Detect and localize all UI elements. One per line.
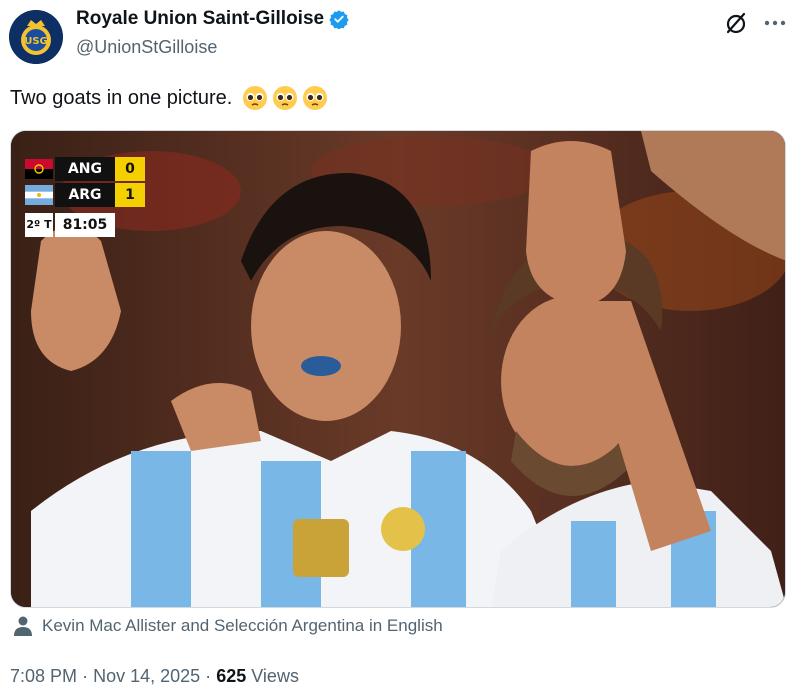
tagged-users[interactable]: Kevin Mac Allister and Selección Argenti… [14,616,443,636]
tagged-text[interactable]: Kevin Mac Allister and Selección Argenti… [42,616,443,636]
angola-flag-icon [25,159,53,179]
pleading-face-icon [273,86,298,110]
tweet-time[interactable]: 7:08 PM [10,666,77,686]
pleading-face-icon [303,86,328,110]
scoreboard-away-row: ARG 1 [25,183,145,207]
avatar[interactable]: USG [9,10,63,64]
name-row: Royale Union Saint-Gilloise [76,8,349,30]
scoreboard: ANG 0 ARG 1 2º T 81:05 [25,157,145,237]
meta-separator: · [205,666,212,686]
argentina-flag-icon [25,185,53,205]
handle[interactable]: @UnionStGilloise [76,37,217,58]
views-count: 625 [216,666,247,686]
scoreboard-home-row: ANG 0 [25,157,145,181]
scoreboard-clock-row: 2º T 81:05 [25,213,145,237]
tweet-text: Two goats in one picture. [10,85,328,111]
away-score: 1 [115,183,145,207]
home-score: 0 [115,157,145,181]
display-name[interactable]: Royale Union Saint-Gilloise [76,8,324,30]
more-dots-icon[interactable] [762,10,788,36]
tweet-meta: 7:08 PM · Nov 14, 2025 · 625 Views [10,666,299,687]
svg-text:USG: USG [24,36,48,47]
views-label: Views [251,666,299,686]
match-half: 2º T [25,213,53,237]
person-icon [14,616,32,636]
pleading-face-icon [243,86,268,110]
verified-badge-icon[interactable] [329,9,349,29]
away-team: ARG [55,183,115,207]
tweet-date[interactable]: Nov 14, 2025 [93,666,200,686]
home-team: ANG [55,157,115,181]
tweet-photo[interactable]: ANG 0 ARG 1 2º T 81:05 [10,130,786,608]
club-crest-icon: USG [9,10,63,64]
match-clock: 81:05 [55,213,115,237]
tweet-body: Two goats in one picture. [10,86,233,109]
meta-separator: · [82,666,89,686]
slashed-circle-icon[interactable] [723,10,749,36]
tweet-header: USG Royale Union Saint-Gilloise @UnionSt… [0,0,800,70]
